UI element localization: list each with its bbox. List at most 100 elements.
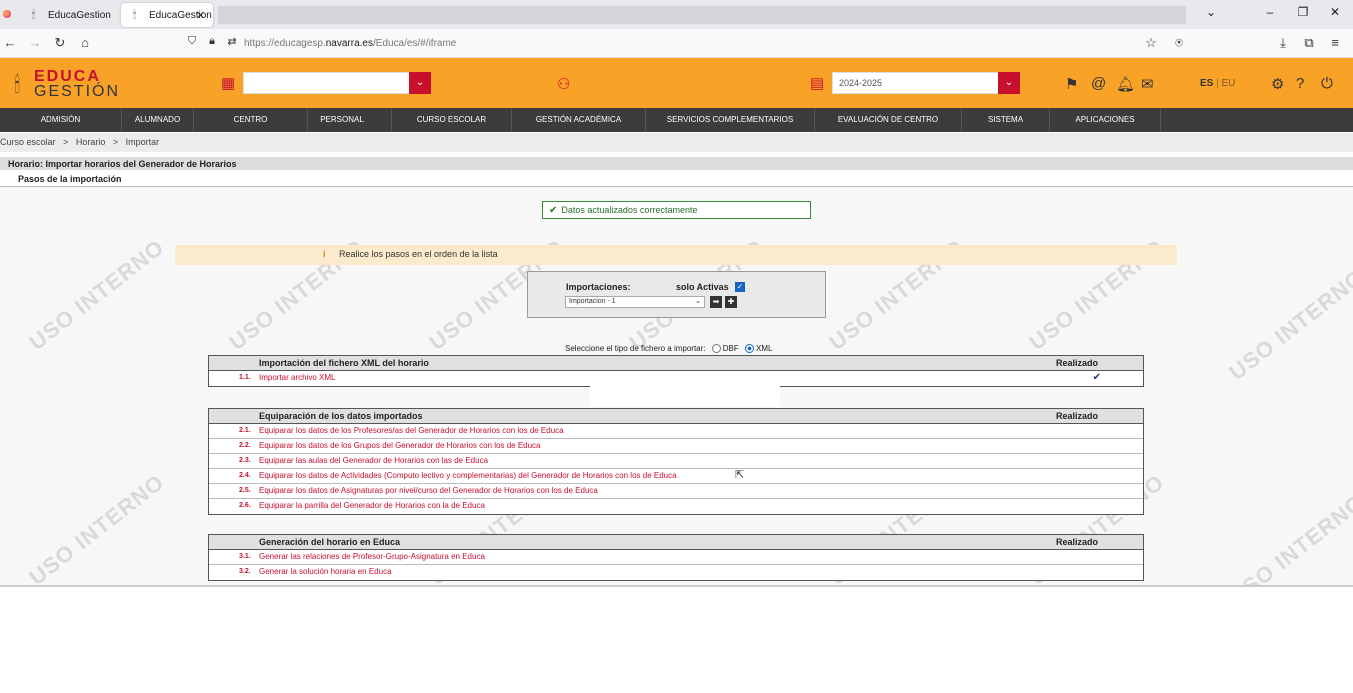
tab-list-chevron-icon[interactable]: ⌄ bbox=[1201, 5, 1221, 19]
help-icon[interactable]: ? bbox=[1296, 75, 1304, 92]
menu-item-gestion-academica[interactable]: GESTIÓN ACADÉMICA bbox=[512, 108, 646, 132]
step-link[interactable]: Equiparar los datos de Actividades (Comp… bbox=[259, 471, 677, 480]
step-row[interactable]: 2.1. Equiparar los datos de los Profesor… bbox=[209, 424, 1143, 439]
step-number: 2.4. bbox=[239, 472, 251, 479]
download-icon[interactable]: ⤓ bbox=[1275, 35, 1291, 51]
center-select[interactable] bbox=[243, 72, 411, 94]
step-number: 3.1. bbox=[239, 553, 251, 560]
flag-icon[interactable]: ⚑ bbox=[1065, 75, 1078, 93]
info-notice: i Realice los pasos en el orden de la lis… bbox=[175, 245, 1177, 265]
step-row[interactable]: 3.1. Generar las relaciones de Profesor-… bbox=[209, 550, 1143, 565]
logout-icon[interactable]: ⏻ bbox=[1321, 75, 1333, 92]
url-path: /Educa/es/#/iframe bbox=[372, 38, 457, 49]
minimize-icon[interactable]: – bbox=[1260, 5, 1280, 19]
lang-eu[interactable]: EU bbox=[1222, 78, 1236, 89]
step-link[interactable]: Equiparar las aulas del Generador de Hor… bbox=[259, 456, 488, 465]
gear-icon[interactable]: ⚙ bbox=[1271, 75, 1284, 93]
step-row[interactable]: 2.5. Equiparar los datos de Asignaturas … bbox=[209, 484, 1143, 499]
extensions-icon[interactable]: ⧉ bbox=[1301, 35, 1317, 51]
go-arrow-button[interactable]: ➡ bbox=[710, 296, 722, 308]
menu-item-personal[interactable]: PERSONAL bbox=[293, 108, 392, 132]
site-favicon-icon: 🕯 bbox=[133, 9, 137, 21]
importacion-select[interactable]: Importacion - 1 ⌄ bbox=[565, 296, 705, 308]
info-icon: i bbox=[323, 249, 326, 259]
step-link[interactable]: Equiparar la parrilla del Generador de H… bbox=[259, 501, 485, 510]
center-dropdown-button[interactable]: ⌄ bbox=[409, 72, 431, 94]
notice-text: Realice los pasos en el orden de la list… bbox=[339, 249, 498, 259]
menu-item-admision[interactable]: ADMISIÓN bbox=[0, 108, 122, 132]
mouse-cursor-icon: ⇱ bbox=[735, 469, 745, 481]
step-link[interactable]: Generar la solución horaria en Educa bbox=[259, 567, 392, 576]
main-menu: ADMISIÓN ALUMNADO CENTRO PERSONAL CURSO … bbox=[0, 108, 1353, 132]
step-link[interactable]: Generar las relaciones de Profesor-Grupo… bbox=[259, 552, 485, 561]
step-link[interactable]: Equiparar los datos de los Profesores/as… bbox=[259, 426, 564, 435]
forward-icon[interactable]: → bbox=[27, 35, 43, 50]
importacion-selected: Importacion - 1 bbox=[569, 298, 616, 305]
breadcrumb-sep: > bbox=[63, 137, 69, 147]
menu-item-aplicaciones[interactable]: APLICACIONES bbox=[1050, 108, 1161, 132]
section-table: Generación del horario en Educa Realizad… bbox=[208, 534, 1144, 581]
calendar-icon: ▤ bbox=[810, 75, 825, 92]
page-title: Horario: Importar horarios del Generador… bbox=[0, 157, 1353, 170]
step-row[interactable]: 2.4. Equiparar los datos de Actividades … bbox=[209, 469, 1143, 484]
watermark: USO INTERNO bbox=[1224, 489, 1353, 587]
menu-item-sistema[interactable]: SISTEMA bbox=[962, 108, 1050, 132]
home-icon[interactable]: ⌂ bbox=[77, 35, 93, 50]
step-number: 2.3. bbox=[239, 457, 251, 464]
only-active-checkbox[interactable]: ✓ bbox=[735, 282, 745, 292]
menu-item-servicios-complementarios[interactable]: SERVICIOS COMPLEMENTARIOS bbox=[646, 108, 815, 132]
importaciones-panel: Importaciones: solo Activas ✓ Importacio… bbox=[527, 271, 826, 318]
breadcrumb-item[interactable]: Curso escolar bbox=[0, 137, 56, 147]
shield-icon[interactable]: ⛉ bbox=[184, 35, 200, 48]
restore-icon[interactable]: ❐ bbox=[1293, 5, 1313, 19]
section-table: Equiparación de los datos importados Rea… bbox=[208, 408, 1144, 515]
step-row[interactable]: 2.3. Equiparar las aulas del Generador d… bbox=[209, 454, 1143, 469]
close-window-icon[interactable]: ✕ bbox=[1325, 5, 1345, 19]
menu-item-centro[interactable]: CENTRO bbox=[194, 108, 308, 132]
radio-dbf[interactable] bbox=[711, 344, 721, 354]
browser-tab-active[interactable]: 🕯 EducaGestion ✕ bbox=[121, 3, 213, 27]
user-icon[interactable]: ⚇ bbox=[557, 75, 570, 93]
add-import-button[interactable]: ✚ bbox=[725, 296, 737, 308]
step-link[interactable]: Equiparar los datos de los Grupos del Ge… bbox=[259, 441, 541, 450]
chevron-down-icon: ⌄ bbox=[695, 298, 701, 305]
done-column-label: Realizado bbox=[1055, 537, 1098, 547]
step-link[interactable]: Importar archivo XML bbox=[259, 373, 335, 382]
section-header: Generación del horario en Educa Realizad… bbox=[209, 535, 1143, 550]
menu-item-curso-escolar[interactable]: CURSO ESCOLAR bbox=[392, 108, 512, 132]
filetype-selector: Seleccione el tipo de fichero a importar… bbox=[565, 344, 772, 354]
bell-icon[interactable]: 🔔︎ bbox=[1116, 75, 1135, 93]
step-row[interactable]: 2.6. Equiparar la parrilla del Generador… bbox=[209, 499, 1143, 514]
pocket-icon[interactable]: ⍟ bbox=[1171, 35, 1187, 51]
blank-overlay bbox=[590, 371, 780, 407]
bookmark-star-icon[interactable]: ☆ bbox=[1143, 35, 1159, 51]
url-domain: navarra.es bbox=[325, 38, 373, 49]
importaciones-label: Importaciones: bbox=[566, 282, 631, 292]
browser-tab[interactable]: 🕯 EducaGestion bbox=[20, 3, 118, 27]
app-menu-icon[interactable]: ≡ bbox=[1327, 35, 1343, 50]
success-text: Datos actualizados correctamente bbox=[561, 205, 698, 215]
menu-item-alumnado[interactable]: ALUMNADO bbox=[122, 108, 194, 132]
step-row[interactable]: 3.2. Generar la solución horaria en Educ… bbox=[209, 565, 1143, 580]
step-row[interactable]: 2.2. Equiparar los datos de los Grupos d… bbox=[209, 439, 1143, 454]
logo-mark-icon: 🕯 bbox=[14, 72, 21, 97]
permissions-icon[interactable]: ⇄ bbox=[224, 35, 240, 48]
year-select[interactable]: 2024-2025 bbox=[832, 72, 1000, 94]
firefox-icon bbox=[3, 10, 11, 18]
mail-icon[interactable]: ✉ bbox=[1141, 75, 1154, 93]
year-dropdown-button[interactable]: ⌄ bbox=[998, 72, 1020, 94]
breadcrumb-item[interactable]: Horario bbox=[76, 137, 106, 147]
reload-icon[interactable]: ↻ bbox=[52, 35, 68, 51]
close-tab-icon[interactable]: ✕ bbox=[196, 9, 205, 22]
radio-xml[interactable] bbox=[745, 344, 754, 354]
url-bar[interactable]: https://educagesp.navarra.es/Educa/es/#/… bbox=[244, 38, 456, 49]
step-number: 2.2. bbox=[239, 442, 251, 449]
step-link[interactable]: Equiparar los datos de Asignaturas por n… bbox=[259, 486, 598, 495]
at-icon[interactable]: @ bbox=[1091, 75, 1106, 92]
lang-es[interactable]: ES bbox=[1200, 78, 1213, 89]
logo-text-bottom: GESTIÓN bbox=[34, 83, 121, 100]
back-icon[interactable]: ← bbox=[2, 35, 18, 50]
menu-item-evaluacion-centro[interactable]: EVALUACIÓN DE CENTRO bbox=[815, 108, 962, 132]
lock-icon[interactable]: 🔒︎ bbox=[204, 35, 220, 48]
lang-separator: | bbox=[1216, 78, 1219, 89]
